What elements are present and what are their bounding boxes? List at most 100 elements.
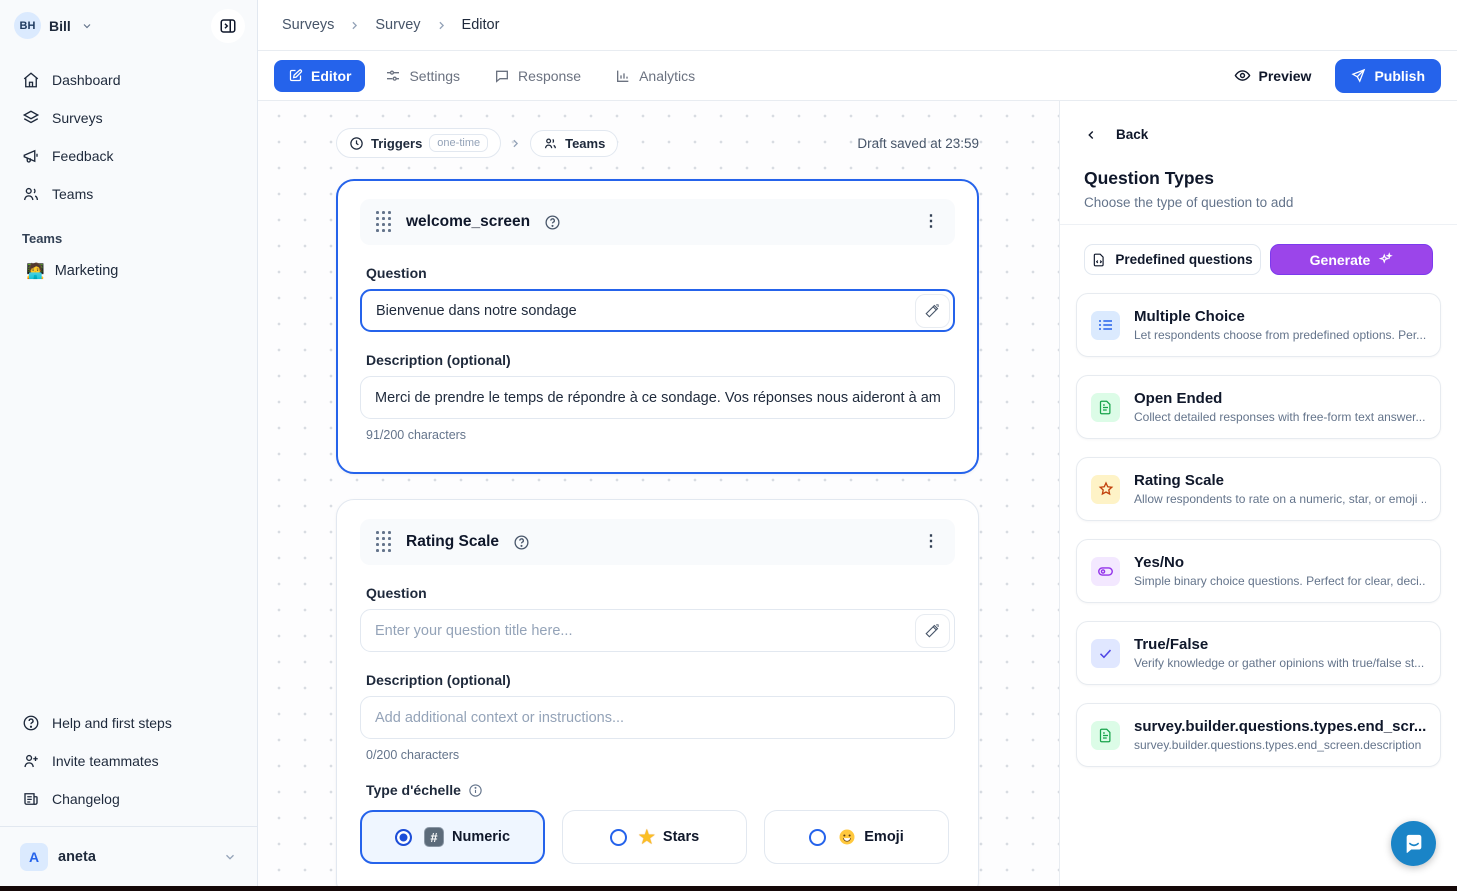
chevron-right-icon [509, 137, 522, 150]
hash-keycap-emoji: # [424, 827, 444, 847]
divider [1060, 224, 1457, 225]
magic-wand-button[interactable] [915, 614, 950, 648]
info-icon[interactable] [468, 783, 483, 798]
scale-type-label-text: Type d'échelle [366, 782, 461, 798]
generate-button[interactable]: Generate [1270, 244, 1433, 275]
tab-settings[interactable]: Settings [371, 60, 474, 92]
tab-analytics[interactable]: Analytics [601, 60, 709, 92]
chat-widget-button[interactable] [1391, 821, 1436, 866]
radio-icon [809, 829, 826, 846]
help-circle-icon[interactable] [544, 214, 561, 231]
help-circle-icon[interactable] [513, 534, 530, 551]
sidebar-item-surveys[interactable]: Surveys [12, 101, 245, 135]
breadcrumb-editor[interactable]: Editor [462, 17, 500, 33]
description-input[interactable] [360, 376, 955, 419]
scale-option-stars[interactable]: ★ Stars [562, 810, 747, 864]
sidebar-item-teams[interactable]: Teams [12, 177, 245, 211]
description-input[interactable] [360, 696, 955, 739]
type-card-end-screen[interactable]: survey.builder.questions.types.end_scr..… [1076, 703, 1441, 767]
description-label: Description (optional) [366, 352, 949, 368]
kebab-menu-icon[interactable]: ⋮ [923, 534, 939, 550]
breadcrumb-survey[interactable]: Survey [375, 17, 420, 33]
bar-chart-icon [615, 68, 631, 84]
chat-bubble-icon [1403, 833, 1425, 855]
workspace-switcher[interactable]: BH Bill [0, 0, 257, 51]
clock-icon [349, 136, 364, 151]
sidebar-item-help[interactable]: Help and first steps [12, 706, 245, 740]
sparkles-icon [1378, 252, 1393, 267]
preview-button[interactable]: Preview [1224, 59, 1322, 92]
teams-pill[interactable]: Teams [530, 130, 618, 157]
type-card-yes-no[interactable]: Yes/No Simple binary choice questions. P… [1076, 539, 1441, 603]
question-card-header: welcome_screen ⋮ [360, 199, 955, 245]
sidebar-item-label: Invite teammates [52, 753, 159, 769]
type-card-open-ended[interactable]: Open Ended Collect detailed responses wi… [1076, 375, 1441, 439]
workspace-name: Bill [49, 18, 71, 34]
drag-handle-icon[interactable] [376, 211, 392, 233]
publish-label: Publish [1374, 68, 1425, 84]
smiley-emoji [838, 828, 856, 846]
sidebar-item-label: Dashboard [52, 72, 121, 88]
chevron-right-icon [348, 19, 361, 32]
publish-button[interactable]: Publish [1335, 59, 1441, 93]
chevron-right-icon [435, 19, 448, 32]
magic-wand-button[interactable] [915, 294, 950, 328]
triggers-pill[interactable]: Triggers one-time [336, 128, 501, 158]
check-icon [1091, 639, 1120, 668]
file-text-icon [1091, 721, 1120, 750]
content-area: Triggers one-time Teams Draft saved at 2… [258, 101, 1457, 891]
type-card-multiple-choice[interactable]: Multiple Choice Let respondents choose f… [1076, 293, 1441, 357]
teams-label: Teams [565, 136, 605, 151]
flow-toolbar: Triggers one-time Teams Draft saved at 2… [336, 128, 979, 158]
chevron-down-icon [81, 20, 93, 32]
sidebar-item-changelog[interactable]: Changelog [12, 782, 245, 816]
tab-label: Editor [311, 68, 351, 84]
star-emoji: ★ [639, 827, 655, 848]
message-icon [494, 68, 510, 84]
sidebar-item-dashboard[interactable]: Dashboard [12, 63, 245, 97]
newspaper-icon [22, 790, 40, 808]
user-menu[interactable]: A aneta [12, 837, 245, 877]
question-card-header: Rating Scale ⋮ [360, 519, 955, 565]
question-card-welcome-screen[interactable]: welcome_screen ⋮ Question Description (o… [336, 179, 979, 474]
send-icon [1351, 68, 1366, 83]
sidebar-item-label: Help and first steps [52, 715, 172, 731]
question-card-title: welcome_screen [406, 213, 530, 231]
technologist-emoji: 🧑‍💻 [26, 262, 45, 280]
scale-option-numeric[interactable]: # Numeric [360, 810, 545, 864]
type-title: Multiple Choice [1134, 308, 1426, 325]
trigger-type-badge: one-time [429, 134, 488, 152]
main-area: Surveys Survey Editor Editor Settings Re… [258, 0, 1457, 891]
drag-handle-icon[interactable] [376, 531, 392, 553]
workspace-avatar: BH [14, 12, 41, 39]
scale-type-label: Type d'échelle [366, 782, 949, 798]
predefined-questions-button[interactable]: Predefined questions [1084, 244, 1261, 275]
tab-editor[interactable]: Editor [274, 60, 365, 92]
users-icon [22, 185, 40, 203]
question-card-rating-scale[interactable]: Rating Scale ⋮ Question Description (opt… [336, 499, 979, 891]
question-title-input[interactable] [360, 289, 955, 332]
question-types-panel: Back Question Types Choose the type of q… [1059, 101, 1457, 891]
sidebar-item-feedback[interactable]: Feedback [12, 139, 245, 173]
sidebar-item-invite[interactable]: Invite teammates [12, 744, 245, 778]
type-card-true-false[interactable]: True/False Verify knowledge or gather op… [1076, 621, 1441, 685]
back-button[interactable]: Back [1084, 127, 1433, 142]
generate-label: Generate [1310, 252, 1371, 268]
sidebar-footer: A aneta [0, 826, 257, 891]
scale-option-emoji[interactable]: Emoji [764, 810, 949, 864]
type-card-rating-scale[interactable]: Rating Scale Allow respondents to rate o… [1076, 457, 1441, 521]
question-title-input[interactable] [360, 609, 955, 652]
type-description: Collect detailed responses with free-for… [1134, 410, 1425, 424]
char-count: 91/200 characters [366, 428, 949, 442]
tab-response[interactable]: Response [480, 60, 595, 92]
sidebar-item-marketing[interactable]: 🧑‍💻 Marketing [12, 254, 245, 288]
panel-toggle-icon [219, 17, 237, 35]
megaphone-icon [22, 147, 40, 165]
chevron-left-icon [1084, 128, 1098, 142]
breadcrumb-surveys[interactable]: Surveys [282, 17, 334, 33]
question-label: Question [366, 265, 949, 281]
kebab-menu-icon[interactable]: ⋮ [923, 214, 939, 230]
app-root: BH Bill Dashboard Surveys Feedb [0, 0, 1457, 891]
sidebar-toggle-button[interactable] [211, 9, 245, 43]
list-icon [1091, 311, 1120, 340]
